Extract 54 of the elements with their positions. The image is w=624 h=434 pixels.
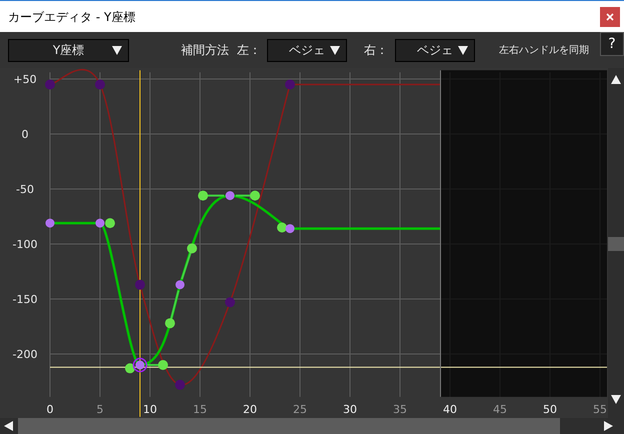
bezier-handle[interactable] (146, 360, 168, 370)
dropdown[interactable]: ベジェ (395, 38, 475, 62)
axis-label: 0 (22, 128, 28, 141)
bezier-handle[interactable] (180, 243, 197, 280)
keyframe-point[interactable] (96, 218, 104, 228)
left-label: 左： (237, 42, 262, 59)
window-title: カーブエディタ - Y座標 (8, 8, 136, 26)
scrollbar-thumb[interactable] (18, 418, 560, 434)
axis-label: 20 (243, 403, 257, 416)
axis-label: 55 (593, 403, 607, 416)
axis-label: -150 (12, 293, 38, 306)
axis-label: -50 (16, 183, 34, 196)
dropdown-arrow-icon (458, 46, 468, 56)
keyframe-point[interactable] (226, 191, 234, 200)
axis-label: 25 (293, 403, 307, 416)
axis-label: -100 (12, 238, 38, 251)
scrollbar-thumb[interactable] (608, 237, 624, 251)
close-icon (606, 12, 614, 20)
axis-label: 45 (493, 403, 507, 416)
axis-label: 35 (393, 403, 407, 416)
keyframe-point[interactable] (286, 224, 294, 234)
close-button[interactable] (600, 6, 620, 26)
bezier-handle[interactable] (105, 218, 115, 228)
axis-label: -200 (12, 348, 38, 361)
axis-label: 5 (96, 403, 104, 416)
arrow-up-icon (611, 75, 621, 85)
axis-label: 30 (343, 403, 357, 416)
dropdown-arrow-icon (330, 46, 340, 56)
help-button[interactable]: ? (600, 32, 624, 56)
dropdown-arrow-icon (112, 46, 122, 56)
keyframe-point[interactable] (46, 218, 54, 228)
selection-ring (132, 358, 148, 372)
axis-label: 10 (143, 403, 157, 416)
sync-handles-label: 左右ハンドルを同期 (499, 44, 589, 58)
bezier-handle[interactable] (277, 222, 287, 232)
axis-label: 40 (443, 403, 457, 416)
arrow-right-icon (604, 421, 614, 431)
axis-label: 50 (543, 403, 557, 416)
keyframe-point[interactable] (136, 360, 144, 370)
bezier-handle[interactable] (236, 190, 260, 201)
bezier-handle[interactable] (125, 363, 135, 374)
bezier-handle[interactable] (165, 290, 180, 328)
axis-label: 0 (46, 403, 54, 416)
vertical-scrollbar[interactable] (608, 68, 624, 418)
interpolation-label: 補間方法 (181, 42, 229, 59)
axis-label: 15 (193, 403, 207, 416)
axis-label: +50 (13, 73, 37, 86)
dropdown-arrow-icon (611, 395, 621, 405)
right-label: 右： (364, 42, 389, 59)
keyframe-point[interactable] (176, 280, 184, 290)
dropdown[interactable]: ベジェ (267, 38, 347, 62)
arrow-left-icon (4, 421, 14, 431)
bezier-handle[interactable] (198, 190, 224, 201)
dropdown[interactable]: Y座標 (8, 38, 129, 62)
